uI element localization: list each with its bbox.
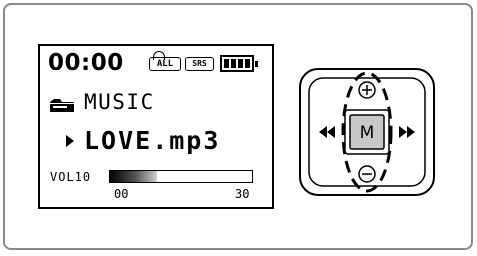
menu-button[interactable]: M bbox=[344, 109, 390, 155]
time-display: 00:00 bbox=[48, 50, 124, 76]
play-icon bbox=[66, 135, 74, 147]
battery-icon bbox=[220, 55, 258, 72]
volume-max-label: 30 bbox=[235, 187, 250, 201]
folder-icon bbox=[50, 99, 74, 112]
repeat-all-badge: ALL bbox=[149, 51, 181, 71]
volume-fill bbox=[110, 171, 158, 182]
battery-tip bbox=[255, 61, 258, 67]
volume-down-button[interactable] bbox=[358, 165, 376, 183]
volume-min-label: 00 bbox=[114, 187, 129, 201]
menu-button-label: M bbox=[360, 123, 375, 143]
folder-label: MUSIC bbox=[84, 90, 155, 114]
battery-segment bbox=[245, 59, 250, 68]
battery-segment bbox=[238, 59, 243, 68]
lcd-screen: 00:00 ALL SRS MUSIC LOVE.mp3 VOL10 00 30 bbox=[38, 44, 274, 209]
volume-bar bbox=[109, 170, 253, 183]
volume-up-button[interactable] bbox=[358, 81, 376, 99]
battery-segment bbox=[224, 59, 229, 68]
track-title: LOVE.mp3 bbox=[84, 126, 221, 155]
battery-segment bbox=[231, 59, 236, 68]
srs-badge: SRS bbox=[185, 57, 214, 71]
repeat-icon bbox=[153, 51, 165, 60]
navigation-pad[interactable]: M bbox=[297, 66, 437, 198]
volume-label: VOL10 bbox=[50, 170, 92, 184]
